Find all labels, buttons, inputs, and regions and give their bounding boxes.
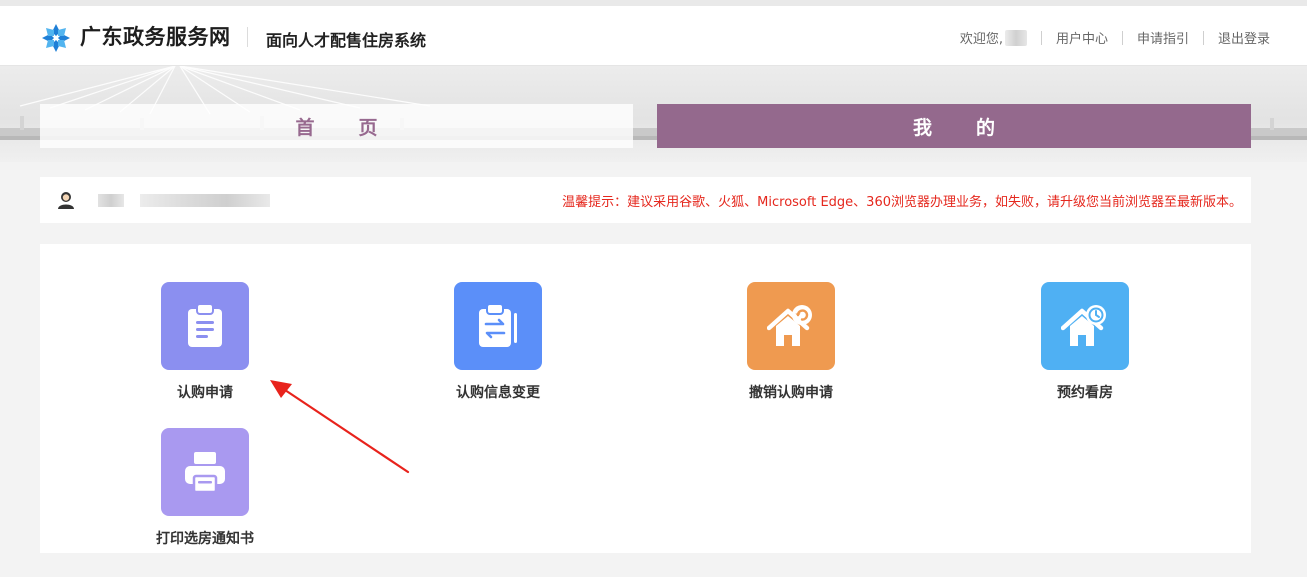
banner: 首页 我的 [0, 66, 1307, 162]
header-user-links: 欢迎您, 用户中心 申请指引 退出登录 [960, 28, 1270, 47]
change-subscription-info-button[interactable]: 认购信息变更 [408, 282, 588, 402]
tab-mine[interactable]: 我的 [657, 104, 1251, 148]
page-header: 广东政务服务网 面向人才配售住房系统 欢迎您, 用户中心 申请指引 退出登录 [0, 6, 1307, 66]
house-clock-icon [1061, 305, 1106, 346]
user-center-link[interactable]: 用户中心 [1056, 28, 1108, 47]
user-avatar-icon [58, 192, 74, 209]
application-guide-link[interactable]: 申请指引 [1137, 28, 1189, 47]
function-panel: 认购申请 认购信息变更 撤销认购申请 预约看房 打印选房通知书 [40, 244, 1251, 553]
change-subscription-info-label: 认购信息变更 [456, 385, 540, 401]
system-name: 面向人才配售住房系统 [266, 31, 427, 50]
browser-tip: 温馨提示：建议采用谷歌、火狐、Microsoft Edge、360浏览器办理业务… [562, 195, 1242, 210]
logout-link[interactable]: 退出登录 [1218, 28, 1270, 47]
tab-home[interactable]: 首页 [40, 104, 633, 148]
apply-subscription-button[interactable]: 认购申请 [115, 282, 295, 402]
printer-icon [185, 452, 225, 494]
header-link-divider [1040, 30, 1042, 45]
clipboard-swap-icon [479, 303, 517, 347]
header-link-divider [1202, 30, 1204, 45]
book-viewing-label: 预约看房 [1057, 385, 1113, 401]
print-notice-label: 打印选房通知书 [156, 531, 254, 547]
site-name: 广东政务服务网 [80, 25, 231, 49]
clipboard-doc-icon [188, 303, 222, 347]
apply-subscription-tile [161, 282, 249, 370]
tab-home-label: 首页 [295, 116, 422, 139]
apply-subscription-label: 认购申请 [177, 385, 233, 401]
print-notice-button[interactable]: 打印选房通知书 [115, 428, 295, 548]
print-notice-tile [161, 428, 249, 516]
gd-gov-logo-icon [42, 24, 70, 52]
house-undo-icon [767, 305, 812, 346]
welcome-text: 欢迎您, [959, 32, 1003, 47]
header-link-divider [1121, 30, 1123, 45]
book-viewing-tile [1041, 282, 1129, 370]
user-name-blurred [98, 194, 124, 207]
change-subscription-info-tile [454, 282, 542, 370]
user-info-bar: 温馨提示：建议采用谷歌、火狐、Microsoft Edge、360浏览器办理业务… [40, 177, 1251, 223]
header-divider [247, 27, 248, 47]
user-id-blurred [140, 194, 270, 207]
cancel-subscription-label: 撤销认购申请 [749, 385, 833, 401]
user-name-blurred [1004, 29, 1027, 46]
cancel-subscription-button[interactable]: 撤销认购申请 [701, 282, 881, 402]
book-viewing-button[interactable]: 预约看房 [995, 282, 1175, 402]
tab-mine-label: 我的 [912, 116, 1039, 139]
cancel-subscription-tile [747, 282, 835, 370]
